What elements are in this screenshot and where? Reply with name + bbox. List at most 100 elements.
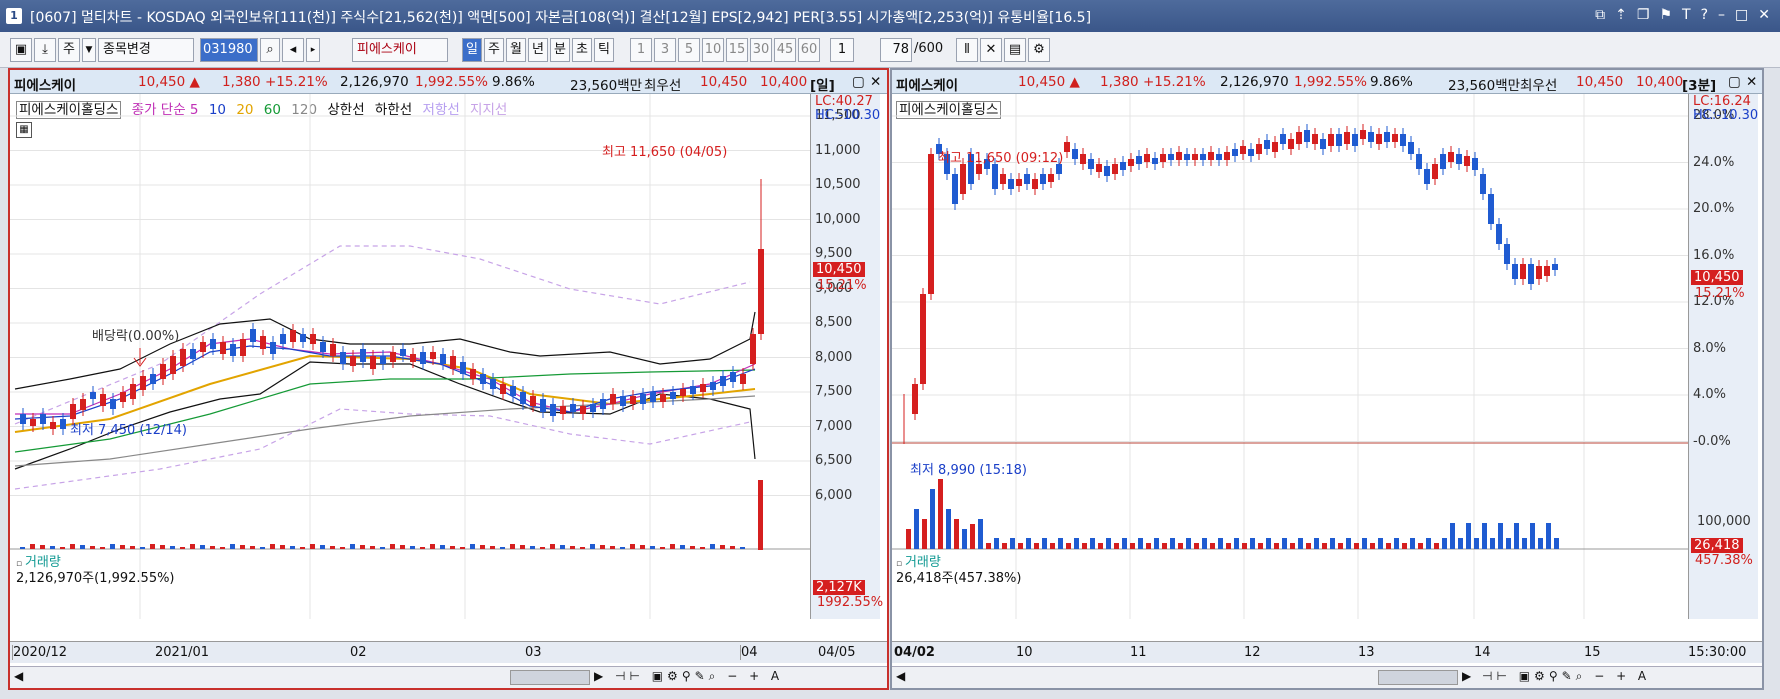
chevron-down-icon[interactable]: ▼ [82, 38, 96, 62]
candle [1552, 264, 1558, 270]
interval-button[interactable]: 10 [702, 38, 724, 62]
volume-bar [1482, 523, 1487, 549]
stock-mode-select[interactable]: 종목변경 [98, 38, 194, 62]
download-icon[interactable]: ⤓ [34, 38, 56, 62]
left-scrollbar[interactable]: ◀ ▶ ⊣⊢ ▣⚙⚲✎⌕ − + A [10, 666, 887, 688]
stock-code-input[interactable]: 031980 [200, 38, 258, 62]
total-count: /600 [914, 41, 944, 56]
speaker-icon[interactable]: ◂ [282, 38, 304, 62]
minimize-icon[interactable]: – [1718, 7, 1725, 23]
close-icon[interactable]: ✕ [1758, 7, 1770, 23]
candle [240, 339, 246, 356]
left-quote-header: 피에스케이 10,450 ▲ 1,380 +15.21% 2,126,970 1… [10, 70, 887, 94]
search-icon[interactable]: ⌕ [260, 38, 280, 62]
close-icon[interactable]: ✕ [870, 74, 881, 90]
candle [750, 334, 756, 364]
volume-bar [954, 519, 959, 549]
tile-icon[interactable]: ❐ [1637, 7, 1650, 23]
volume-bar [340, 547, 345, 549]
volume-bar [710, 544, 715, 549]
candle [670, 392, 676, 399]
volume: 2,126,970 [340, 74, 409, 90]
right-scrollbar[interactable]: ◀ ▶ ⊣⊢ ▣⚙⚲✎⌕ − + A [892, 666, 1762, 688]
x-tick: 04/02 [894, 645, 935, 660]
stock-name: 피에스케이 [896, 78, 959, 94]
maximize-icon[interactable]: ▢ [1728, 74, 1741, 90]
ratio-input[interactable]: 78 [880, 38, 912, 62]
x-tick: 02 [350, 645, 367, 660]
volume-bar [30, 544, 35, 549]
candle [1128, 159, 1134, 166]
candle [510, 386, 516, 396]
volume-bar [1378, 538, 1383, 549]
volume-bar [914, 509, 919, 549]
restore-layout-icon[interactable]: ⧉ [1595, 7, 1605, 23]
interval-button[interactable]: 30 [750, 38, 772, 62]
font-icon[interactable]: T [1682, 7, 1691, 23]
volume-bar [1322, 543, 1327, 549]
stock-name[interactable]: 피에스케이 [352, 38, 448, 62]
volume-bar [730, 546, 735, 549]
volume-bar [1290, 543, 1295, 549]
maximize-icon[interactable]: ▢ [852, 74, 865, 90]
flag-icon[interactable]: ⚑ [1659, 7, 1672, 23]
pin-icon[interactable]: ⇡ [1615, 7, 1627, 23]
arrow-icon[interactable]: ▸ [306, 38, 320, 62]
volume-bar [1066, 543, 1071, 549]
volume-bar [1138, 538, 1143, 549]
candle [1464, 156, 1470, 166]
candle [680, 389, 686, 396]
interval-button[interactable]: 3 [654, 38, 676, 62]
volume-bar [1370, 543, 1375, 549]
interval-button[interactable]: 1 [630, 38, 652, 62]
zoom-tools-icon[interactable]: ⊣⊢ ▣⚙⚲✎⌕ − + A [615, 669, 783, 684]
period-tab[interactable]: 초 [572, 38, 592, 62]
period-tab[interactable]: 틱 [594, 38, 614, 62]
interval-button[interactable]: 5 [678, 38, 700, 62]
zoom-tools-icon[interactable]: ⊣⊢ ▣⚙⚲✎⌕ − + A [1482, 669, 1650, 684]
volume-bar [80, 545, 85, 549]
draw-icon[interactable]: ✕ [980, 38, 1002, 62]
candle [150, 374, 156, 384]
period-tab[interactable]: 월 [506, 38, 526, 62]
indicator-icon[interactable]: ⫴ [956, 38, 978, 62]
candle [580, 406, 586, 414]
right-x-axis: 04/02 10 11 12 13 14 15 15:30:00 [892, 641, 1762, 663]
ask-price: 10,450 [700, 74, 748, 90]
volume-bar [390, 544, 395, 549]
period-type-select[interactable]: 주 [58, 38, 80, 62]
volume-pct: 1,992.55% [1294, 74, 1367, 90]
interval-button[interactable]: 45 [774, 38, 796, 62]
period-tab[interactable]: 분 [550, 38, 570, 62]
candle [1344, 132, 1350, 144]
period-tab[interactable]: 년 [528, 38, 548, 62]
volume-bar [906, 529, 911, 549]
volume-bar [510, 544, 515, 549]
interval-button[interactable]: 60 [798, 38, 820, 62]
count-input[interactable]: 1 [830, 38, 854, 62]
period-tab[interactable]: 일 [462, 38, 482, 62]
candle [1072, 149, 1078, 159]
volume-bar [370, 546, 375, 549]
maximize-icon[interactable]: □ [1735, 7, 1748, 23]
candle [1224, 152, 1230, 160]
close-icon[interactable]: ✕ [1746, 74, 1757, 90]
candle [1328, 134, 1334, 146]
candle [560, 406, 566, 414]
volume-bar [150, 544, 155, 549]
gear-icon[interactable]: ⚙ [1028, 38, 1050, 62]
volume-bar [450, 546, 455, 549]
minute-chart-pane: 피에스케이 10,450 ▲ 1,380 +15.21% 2,126,970 1… [890, 68, 1764, 690]
volume-bar [550, 544, 555, 549]
layout-icon[interactable]: ▣ [10, 38, 32, 62]
help-icon[interactable]: ? [1701, 7, 1708, 23]
candle [1336, 134, 1342, 146]
lc-label: LC:40.27 [815, 94, 873, 109]
save-icon[interactable]: ▤ [1004, 38, 1026, 62]
volume-bar [970, 524, 975, 549]
interval-button[interactable]: 15 [726, 38, 748, 62]
volume-bar [994, 538, 999, 549]
volume-bar [60, 547, 65, 549]
period-tab[interactable]: 주 [484, 38, 504, 62]
candle [110, 399, 116, 409]
